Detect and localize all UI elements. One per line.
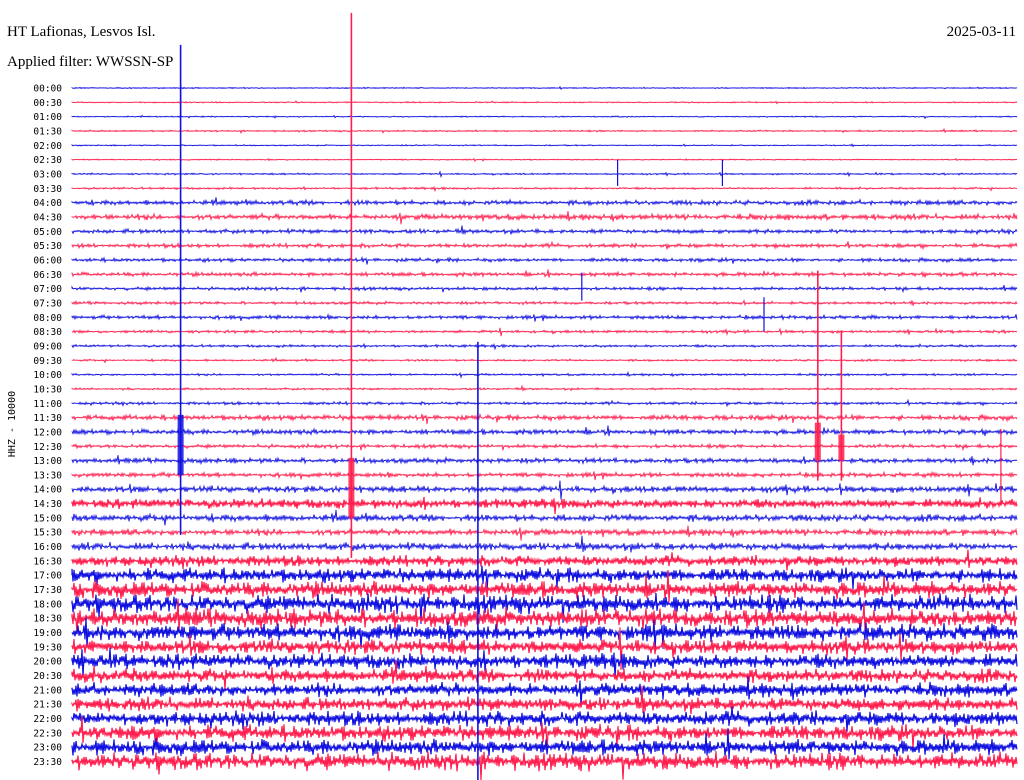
- trace-0730: [71, 298, 1018, 307]
- tick-label: 20:30: [33, 671, 62, 682]
- tick-label: 21:00: [33, 685, 62, 696]
- trace-1230: [71, 442, 1018, 452]
- tick-label: 00:00: [33, 84, 62, 95]
- tick-label: 02:00: [33, 141, 62, 152]
- trace-1030: [71, 384, 1018, 392]
- tick-label: 09:30: [33, 356, 62, 367]
- trace-1600: [71, 535, 1018, 553]
- date-label: 2025-03-11: [947, 24, 1016, 40]
- trace-1200: [71, 425, 1018, 437]
- trace-0500: [71, 225, 1018, 236]
- station-title: HT Lafionas, Lesvos Isl.: [7, 24, 155, 40]
- trace-1430: [71, 496, 1018, 515]
- tick-label: 16:00: [33, 542, 62, 553]
- trace-1530: [71, 525, 1018, 541]
- tick-label: 20:00: [33, 657, 62, 668]
- tick-label: 14:30: [33, 499, 62, 510]
- event-coda: [348, 457, 355, 518]
- tick-label: 16:30: [33, 556, 62, 567]
- trace-1130: [71, 412, 1018, 425]
- tick-label: 06:00: [33, 256, 62, 267]
- tick-label: 03:30: [33, 184, 62, 195]
- trace-0330: [71, 185, 1018, 193]
- tick-label: 19:30: [33, 642, 62, 653]
- tick-label: 08:00: [33, 313, 62, 324]
- helicorder-plot: HT Lafionas, Lesvos Isl. Applied filter:…: [7, 12, 1018, 780]
- tick-label: 09:00: [33, 341, 62, 352]
- trace-0230: [71, 157, 1018, 163]
- tick-label: 22:00: [33, 714, 62, 725]
- trace-0930: [71, 356, 1018, 364]
- tick-label: 03:00: [33, 170, 62, 181]
- tick-label: 13:30: [33, 470, 62, 481]
- tick-label: 11:30: [33, 413, 62, 424]
- trace-1500: [71, 509, 1018, 526]
- trace-0030: [71, 100, 1018, 105]
- trace-0800: [71, 313, 1018, 322]
- channel-label: HHZ - 10000: [7, 391, 18, 457]
- tick-label: 19:00: [33, 628, 62, 639]
- trace-1300: [71, 455, 1018, 466]
- tick-label: 07:00: [33, 284, 62, 295]
- tick-label: 15:30: [33, 528, 62, 539]
- tick-label: 18:00: [33, 599, 62, 610]
- tick-label: 06:30: [33, 270, 62, 281]
- seismogram-traces: [71, 85, 1018, 780]
- tick-label: 10:30: [33, 384, 62, 395]
- trace-0100: [71, 114, 1018, 120]
- tick-label: 01:30: [33, 127, 62, 138]
- event-coda: [177, 414, 184, 475]
- trace-1630: [71, 549, 1018, 571]
- tick-label: 23:30: [33, 757, 62, 768]
- applied-filter-label: Applied filter: WWSSN-SP: [7, 54, 173, 70]
- tick-label: 00:30: [33, 98, 62, 109]
- tick-label: 22:30: [33, 728, 62, 739]
- trace-0200: [71, 143, 1018, 148]
- tick-label: 11:00: [33, 399, 62, 410]
- tick-label: 23:00: [33, 743, 62, 754]
- tick-label: 04:00: [33, 198, 62, 209]
- tick-label: 14:00: [33, 485, 62, 496]
- tick-label: 15:00: [33, 513, 62, 524]
- tick-label: 17:00: [33, 571, 62, 582]
- trace-0430: [71, 210, 1018, 225]
- trace-1400: [71, 480, 1018, 500]
- trace-1000: [71, 370, 1018, 379]
- tick-label: 05:00: [33, 227, 62, 238]
- event-coda: [838, 434, 845, 461]
- trace-0530: [71, 240, 1018, 251]
- trace-0830: [71, 327, 1018, 337]
- time-tick-labels: 00:00 00:30 01:00 01:30 02:00 02:30 03:00 03:30…: [33, 84, 62, 769]
- tick-label: 02:30: [33, 155, 62, 166]
- trace-0600: [71, 255, 1018, 265]
- tick-label: 04:30: [33, 213, 62, 224]
- trace-2330: [71, 751, 1018, 780]
- tick-label: 12:30: [33, 442, 62, 453]
- event-coda: [814, 422, 821, 461]
- trace-0300: [71, 170, 1018, 179]
- trace-0630: [71, 269, 1018, 279]
- trace-0130: [71, 128, 1018, 134]
- tick-label: 21:30: [33, 700, 62, 711]
- tick-label: 17:30: [33, 585, 62, 596]
- trace-0400: [71, 197, 1018, 207]
- tick-label: 13:00: [33, 456, 62, 467]
- tick-label: 10:00: [33, 370, 62, 381]
- tick-label: 08:30: [33, 327, 62, 338]
- tick-label: 18:30: [33, 614, 62, 625]
- trace-0000: [71, 85, 1018, 90]
- tick-label: 01:00: [33, 112, 62, 123]
- tick-label: 05:30: [33, 241, 62, 252]
- tick-label: 12:00: [33, 427, 62, 438]
- trace-1330: [71, 470, 1018, 481]
- tick-label: 07:30: [33, 298, 62, 309]
- trace-0700: [71, 284, 1018, 294]
- trace-1100: [71, 398, 1018, 408]
- trace-0900: [71, 342, 1018, 351]
